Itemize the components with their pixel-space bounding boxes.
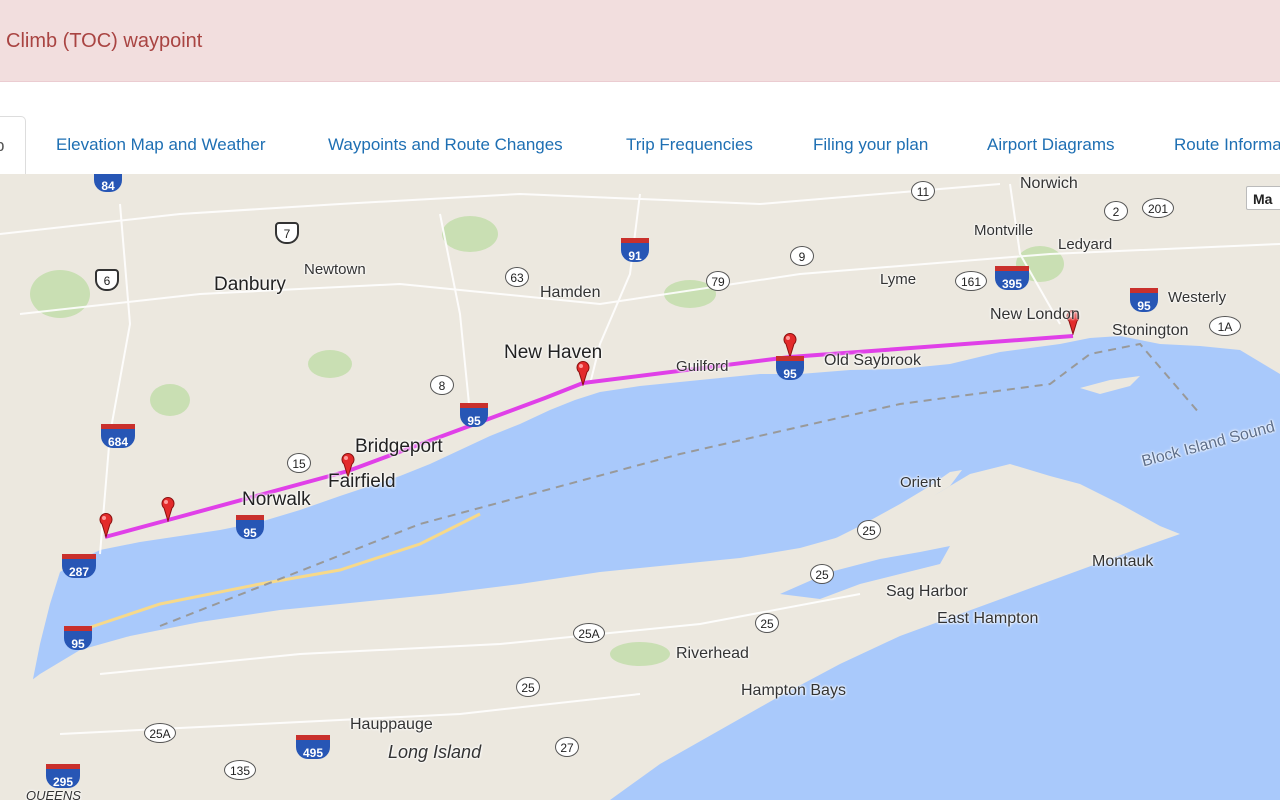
label-montville: Montville [974, 222, 1034, 239]
alert-banner: Climb (TOC) waypoint [0, 0, 1280, 82]
interstate-287-shield: 287 [62, 554, 96, 579]
map-type-button[interactable]: Ma [1246, 186, 1280, 210]
map-canvas [0, 174, 1280, 800]
route-25a-shield-east: 25A [573, 623, 605, 643]
route-161-shield: 161 [955, 271, 987, 291]
route-25-shield-riverhead: 25 [755, 613, 779, 633]
label-montauk: Montauk [1092, 553, 1154, 570]
interstate-395-shield: 395 [995, 266, 1029, 291]
label-old-saybrook: Old Saybrook [824, 352, 921, 369]
waypoint-marker-2[interactable] [161, 496, 175, 522]
us-7-shield: 7 [275, 222, 299, 244]
label-fairfield: Fairfield [328, 471, 396, 492]
label-new-haven: New Haven [504, 342, 603, 363]
interstate-95-shield-west: 95 [236, 515, 264, 540]
label-hampton-bays: Hampton Bays [741, 682, 846, 699]
label-ledyard: Ledyard [1058, 236, 1113, 253]
tab-bar: b Elevation Map and Weather Waypoints an… [0, 116, 1280, 174]
tab-route-information[interactable]: Route Informa [1174, 135, 1280, 155]
route-25a-shield-west: 25A [144, 723, 176, 743]
tab-airport-diagrams[interactable]: Airport Diagrams [987, 135, 1115, 155]
route-map[interactable]: Ma Norwich Montville Ledyard Danbury New… [0, 174, 1280, 800]
label-westerly: Westerly [1168, 289, 1227, 306]
label-stonington: Stonington [1112, 322, 1189, 339]
label-lyme: Lyme [880, 271, 917, 288]
label-norwich: Norwich [1020, 175, 1078, 192]
interstate-684-shield: 684 [101, 424, 135, 449]
route-25-shield-north-fork: 25 [810, 564, 834, 584]
interstate-95-shield-southwest: 95 [64, 626, 92, 651]
waypoint-marker-1[interactable] [99, 512, 113, 538]
route-11-shield: 11 [911, 181, 935, 201]
interstate-95-shield-central: 95 [460, 403, 488, 428]
route-1a-shield: 1A [1209, 316, 1241, 336]
label-queens: QUEENS [26, 788, 81, 800]
label-hamden: Hamden [540, 284, 601, 301]
alert-text: Climb (TOC) waypoint [6, 30, 203, 52]
interstate-495-shield: 495 [296, 735, 330, 760]
label-newtown: Newtown [304, 261, 366, 278]
label-danbury: Danbury [214, 274, 286, 295]
label-guilford: Guilford [676, 358, 729, 375]
tab-active[interactable]: b [0, 116, 26, 174]
route-135-shield: 135 [224, 760, 256, 780]
label-east-hampton: East Hampton [937, 610, 1039, 627]
tab-elevation-map-weather[interactable]: Elevation Map and Weather [56, 135, 265, 155]
waypoint-marker-5[interactable] [783, 332, 797, 358]
interstate-295-shield: 295 [46, 764, 80, 789]
interstate-95-shield-guilford: 95 [776, 356, 804, 381]
route-25-shield-west: 25 [516, 677, 540, 697]
label-norwalk: Norwalk [242, 489, 311, 510]
route-15-shield: 15 [287, 453, 311, 473]
route-8-shield: 8 [430, 375, 454, 395]
route-201-shield: 201 [1142, 198, 1174, 218]
label-bridgeport: Bridgeport [355, 436, 443, 457]
route-27-shield: 27 [555, 737, 579, 757]
route-63-shield: 63 [505, 267, 529, 287]
tab-trip-frequencies[interactable]: Trip Frequencies [626, 135, 753, 155]
us-6-shield: 6 [95, 269, 119, 291]
label-hauppauge: Hauppauge [350, 716, 433, 733]
interstate-91-shield: 91 [621, 238, 649, 263]
label-new-london: New London [990, 306, 1080, 323]
label-sag-harbor: Sag Harbor [886, 583, 968, 600]
tab-waypoints-route-changes[interactable]: Waypoints and Route Changes [328, 135, 563, 155]
tab-filing-plan[interactable]: Filing your plan [813, 135, 928, 155]
label-long-island: Long Island [388, 742, 482, 762]
label-orient: Orient [900, 474, 941, 491]
interstate-95-shield-east: 95 [1130, 288, 1158, 313]
route-2-shield: 2 [1104, 201, 1128, 221]
label-riverhead: Riverhead [676, 645, 749, 662]
route-79-shield: 79 [706, 271, 730, 291]
route-25-shield-orient: 25 [857, 520, 881, 540]
route-9-shield: 9 [790, 246, 814, 266]
